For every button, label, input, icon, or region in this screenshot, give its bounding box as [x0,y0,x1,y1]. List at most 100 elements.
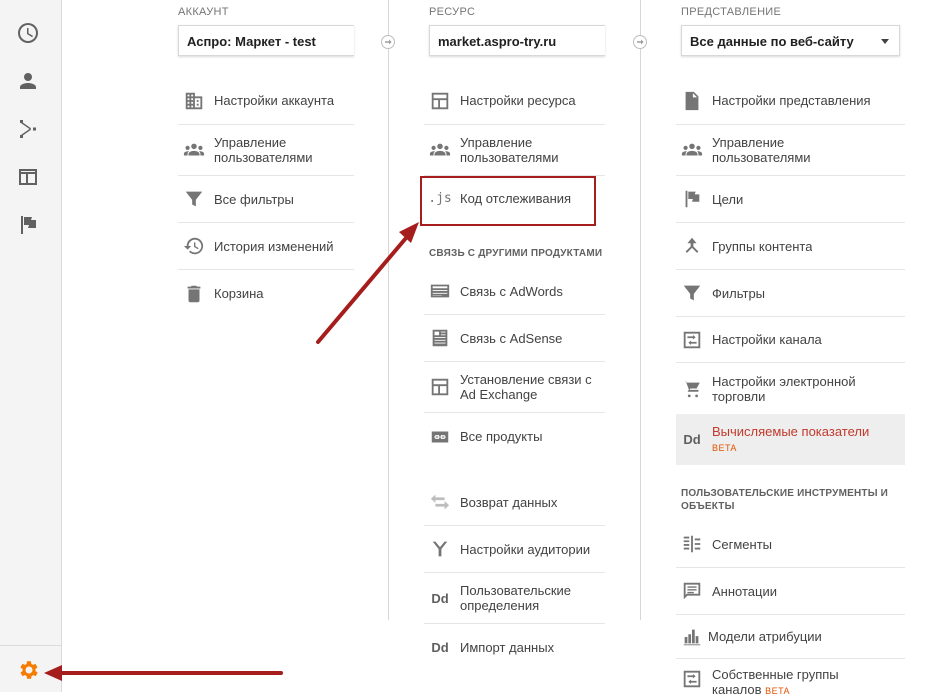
cart-icon [680,377,704,401]
exchange-icon [428,375,452,399]
menu-item-goals[interactable]: Цели [676,176,905,223]
arrow-right-icon [633,35,647,49]
column-divider [640,0,641,620]
menu-item-label: Фильтры [712,285,766,301]
link-icon [428,425,452,449]
channel-settings-icon [680,328,704,352]
menu-item-label: Настройки канала [712,332,822,347]
menu-item-label: Импорт данных [460,640,555,655]
view-heading: Представление [681,6,782,18]
menu-item-label: Установление связи с Ad Exchange [460,372,592,402]
menu-item-adwords-link[interactable]: Связь с AdWords [424,268,605,315]
history-icon [182,234,206,258]
menu-item-label: Возврат данных [460,494,558,510]
menu-item-view-settings[interactable]: Настройки представления [676,77,905,125]
menu-item-data-import[interactable]: Dd Импорт данных [424,624,605,671]
menu-item-label: Все продукты [460,429,543,444]
menu-item-label: Настройки электронной торговли [712,373,856,404]
account-heading: Аккаунт [178,6,229,18]
menu-item-custom-definitions[interactable]: Dd Пользовательские определения [424,573,605,624]
menu-item-label: Корзина [214,286,264,301]
people-icon [428,138,452,162]
menu-item-label: Модели атрибуции [708,629,822,644]
gear-icon[interactable] [16,658,40,682]
filter-icon [680,281,704,305]
menu-item-label: Пользовательские определения [460,583,572,613]
building-icon [182,89,206,113]
view-selector-value: Все данные по веб-сайту [690,34,854,49]
tracking-code-highlight [420,176,596,226]
menu-item-attribution-models[interactable]: Модели атрибуции [676,615,905,659]
menu-item-calculated-metrics[interactable]: Dd Вычисляемые показатели BETA [676,414,905,465]
menu-item-account-settings[interactable]: Настройки аккаунта [178,77,354,125]
dd-icon: Dd [683,432,701,447]
menu-item-trash[interactable]: Корзина [178,270,354,317]
menu-item-label: Связь с AdWords [460,283,563,299]
menu-item-account-users[interactable]: Управление пользователями [178,125,354,176]
dd-icon: Dd [431,590,449,606]
menu-item-all-products[interactable]: Все продукты [424,413,605,460]
menu-item-audience-settings[interactable]: Настройки аудитории [424,526,605,573]
share-icon[interactable] [16,117,40,141]
menu-item-label: Сегменты [712,536,773,552]
menu-item-segments[interactable]: Сегменты [676,521,905,568]
menu-item-all-filters[interactable]: Все фильтры [178,176,354,223]
arrow-to-gear [44,665,283,681]
menu-item-adexchange-link[interactable]: Установление связи с Ad Exchange [424,362,605,413]
view-selector[interactable]: Все данные по веб-сайту [681,25,900,56]
property-heading: Ресурс [429,6,476,18]
account-selector[interactable]: Аспро: Маркет - test [178,25,354,56]
menu-item-label: Группы контента [712,238,813,254]
menu-item-channel-settings[interactable]: Настройки канала [676,317,905,363]
flag-icon[interactable] [16,213,40,237]
menu-item-view-users[interactable]: Управление пользователями [676,125,905,176]
menu-item-custom-channel-groups[interactable]: Собственные группы каналов BETA [676,659,905,699]
menu-item-label: Управление пользователями [460,135,559,165]
channel-settings-icon [680,667,704,691]
menu-item-label: Настройки аудитории [460,541,591,557]
beta-badge: BETA [765,686,790,696]
dd-icon: Dd [431,640,449,655]
menu-item-label: Настройки аккаунта [214,93,335,108]
people-icon [680,138,704,162]
data-return-icon [428,490,452,514]
audience-icon [428,537,452,561]
menu-item-property-users[interactable]: Управление пользователями [424,125,605,176]
menu-item-label: Настройки ресурса [460,93,576,108]
column-divider [388,0,389,620]
chevron-down-icon [881,39,889,44]
adsense-icon [428,326,452,350]
menu-item-ecommerce-settings[interactable]: Настройки электронной торговли [676,363,905,414]
menu-item-property-settings[interactable]: Настройки ресурса [424,77,605,125]
trash-icon [182,282,206,306]
menu-item-label: Управление пользователями [712,135,811,165]
menu-item-label: Аннотации [712,583,777,599]
arrow-right-icon [381,35,395,49]
property-icon [428,89,452,113]
menu-item-adsense-link[interactable]: Связь с AdSense [424,315,605,362]
menu-item-label: Цели [712,191,744,207]
menu-item-label: История изменений [214,238,334,254]
menu-item-label: Настройки представления [712,93,871,108]
clock-icon[interactable] [16,21,40,45]
section-heading: Пользовательские инструменты и объекты [681,488,889,512]
flag-icon [680,187,704,211]
filter-icon [182,187,206,211]
menu-item-label: Все фильтры [214,191,294,207]
attribution-icon [680,625,704,649]
segments-icon [680,532,704,556]
menu-item-view-filters[interactable]: Фильтры [676,270,905,317]
property-selector[interactable]: market.aspro-try.ru [429,25,605,56]
menu-item-label: Вычисляемые показатели [712,423,870,439]
menu-item-data-return[interactable]: Возврат данных [424,479,605,526]
browser-window-icon[interactable] [16,165,40,189]
menu-item-change-history[interactable]: История изменений [178,223,354,270]
menu-item-label: Связь с AdSense [460,330,563,346]
rail-divider [0,645,61,646]
section-heading: Связь с другими продуктами [429,248,603,259]
left-nav-rail [0,0,62,692]
menu-item-annotations[interactable]: Аннотации [676,568,905,615]
menu-item-content-groups[interactable]: Группы контента [676,223,905,270]
person-icon[interactable] [16,69,40,93]
annotation-icon [680,579,704,603]
